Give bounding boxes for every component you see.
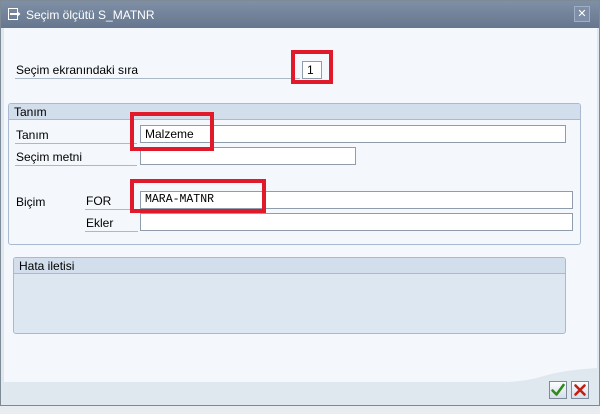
highlight-order xyxy=(291,50,333,84)
tanim-label: Tanım xyxy=(16,128,49,142)
secim-metni-label: Seçim metni xyxy=(16,150,83,164)
window-title: Seçim ölçütü S_MATNR xyxy=(26,8,155,22)
title-bar[interactable]: Seçim ölçütü S_MATNR ✕ xyxy=(1,1,599,28)
cancel-button[interactable] xyxy=(571,381,589,399)
error-group-header: Hata iletisi xyxy=(14,258,565,274)
tanim-group-header: Tanım xyxy=(9,104,580,120)
bicim-label: Biçim xyxy=(16,195,46,209)
ekler-input[interactable] xyxy=(140,213,573,231)
close-icon: ✕ xyxy=(577,8,587,20)
select-option-icon xyxy=(8,8,21,20)
dialog-footer xyxy=(4,368,597,405)
selection-criteria-dialog: Seçim ölçütü S_MATNR ✕ Seçim ekranındaki… xyxy=(0,0,600,406)
error-group-title: Hata iletisi xyxy=(19,259,75,273)
secim-metni-label-underline xyxy=(15,165,137,166)
background-window-strip xyxy=(0,406,600,414)
ok-button[interactable] xyxy=(549,381,567,399)
highlight-tanim xyxy=(130,112,214,151)
red-x-icon xyxy=(574,384,586,396)
for-label: FOR xyxy=(86,194,112,208)
order-label-underline xyxy=(15,78,300,79)
dialog-content: Seçim ekranındaki sıra 1 Tanım Tanım Mal… xyxy=(4,28,597,368)
highlight-for xyxy=(130,179,266,213)
tanim-label-underline xyxy=(15,143,137,144)
green-check-icon xyxy=(551,383,565,396)
close-button[interactable]: ✕ xyxy=(574,6,590,22)
ekler-label: Ekler xyxy=(86,216,114,230)
footer-wave-decoration xyxy=(4,368,597,382)
order-label: Seçim ekranındaki sıra xyxy=(16,63,139,77)
error-message-group: Hata iletisi xyxy=(13,257,566,334)
ekler-label-underline xyxy=(85,231,138,232)
tanim-group-title: Tanım xyxy=(14,105,47,119)
